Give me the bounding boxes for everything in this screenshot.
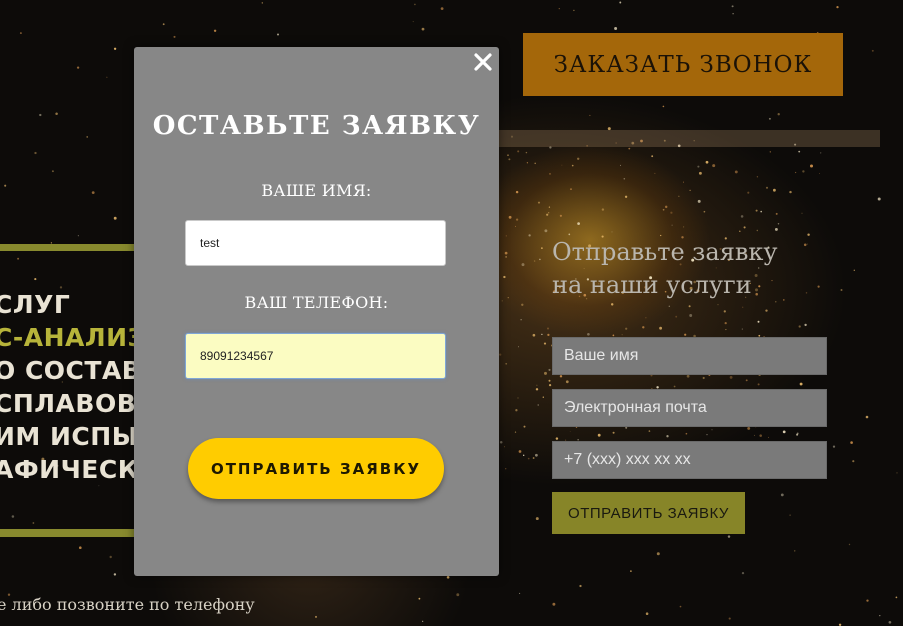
request-submit-button[interactable]: ОТПРАВИТЬ ЗАЯВКУ: [552, 492, 745, 534]
name-label: ВАШЕ ИМЯ:: [261, 181, 372, 200]
decorative-band: [498, 130, 880, 147]
heading-line-1: Отправьте заявку: [552, 238, 778, 266]
modal-name-input[interactable]: [185, 220, 446, 266]
close-icon[interactable]: [472, 51, 494, 73]
phone-input[interactable]: [552, 441, 827, 479]
name-input[interactable]: [552, 337, 827, 375]
modal-title: ОСТАВЬТЕ ЗАЯВКУ: [152, 111, 481, 141]
modal-submit-button[interactable]: ОТПРАВИТЬ ЗАЯВКУ: [188, 438, 444, 499]
request-form: Отправьте заявку на наши услуги ОТПРАВИТ…: [552, 236, 832, 534]
request-modal: ОСТАВЬТЕ ЗАЯВКУ ВАШЕ ИМЯ: ВАШ ТЕЛЕФОН: О…: [134, 47, 499, 576]
phone-label: ВАШ ТЕЛЕФОН:: [244, 293, 389, 312]
modal-phone-input[interactable]: [185, 333, 446, 379]
heading-line-2: на наши услуги: [552, 271, 752, 299]
divider-top: [0, 244, 140, 251]
divider-bottom: [0, 529, 140, 537]
email-input[interactable]: [552, 389, 827, 427]
order-call-button[interactable]: ЗАКАЗАТЬ ЗВОНОК: [523, 33, 843, 96]
landing-page: ЗАКАЗАТЬ ЗВОНОК СЛУГ С-АНАЛИЗ О СОСТАВ С…: [0, 0, 903, 626]
request-form-heading: Отправьте заявку на наши услуги: [552, 236, 832, 302]
call-note: е либо позвоните по телефону: [0, 595, 255, 614]
